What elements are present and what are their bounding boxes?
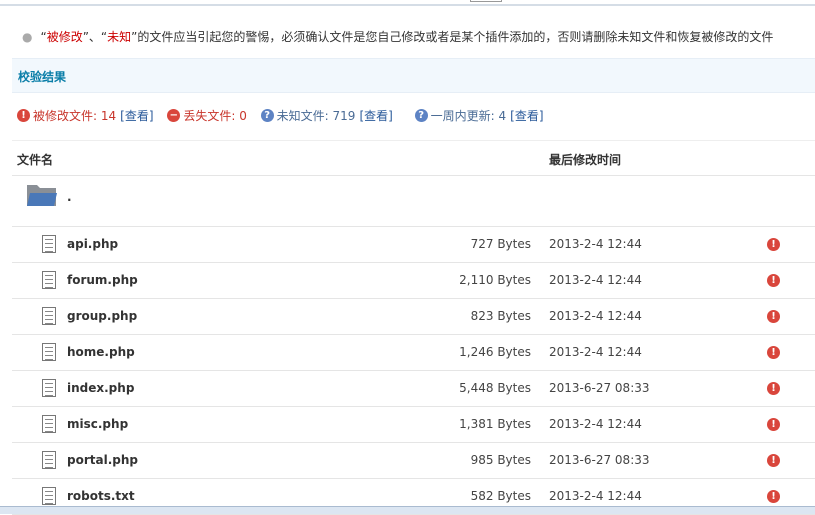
stat-label: 未知文件: 719 [276, 109, 356, 123]
table-row[interactable]: misc.php 1,381 Bytes 2013-2-4 12:44 ! [12, 407, 815, 443]
stats-bar: ! 被修改文件: 14 [查看] − 丢失文件: 0 ? 未知文件: 719 [查看] ?… [17, 107, 554, 124]
question-icon: ? [414, 109, 428, 122]
file-size: 727 Bytes [470, 237, 531, 251]
file-icon [42, 307, 56, 325]
file-icon [42, 415, 56, 433]
file-name[interactable]: index.php [67, 381, 134, 395]
table-row[interactable]: index.php 5,448 Bytes 2013-6-27 08:33 ! [12, 371, 815, 407]
section-title: 校验结果 [12, 58, 815, 93]
top-box [470, 0, 502, 2]
file-size: 582 Bytes [470, 489, 531, 503]
modified-error-icon: ! [767, 346, 780, 359]
file-mtime: 2013-2-4 12:44 [549, 417, 642, 431]
view-week-link[interactable]: [查看] [510, 107, 543, 124]
table-row[interactable]: group.php 823 Bytes 2013-2-4 12:44 ! [12, 299, 815, 335]
file-icon [42, 235, 56, 253]
unknown-label: 未知 [107, 30, 132, 44]
file-size: 985 Bytes [470, 453, 531, 467]
stat-modified: ! 被修改文件: 14 [查看] [17, 107, 154, 124]
modified-error-icon: ! [767, 238, 780, 251]
view-modified-link[interactable]: [查看] [120, 107, 153, 124]
file-name[interactable]: api.php [67, 237, 118, 251]
file-mtime: 2013-6-27 08:33 [549, 453, 650, 467]
file-icon [42, 343, 56, 361]
file-size: 1,381 Bytes [459, 417, 531, 431]
warning-tip: ● “被修改”、“未知”的文件应当引起您的警惕，必须确认文件是您自己修改或者是某个… [22, 28, 773, 45]
file-name[interactable]: group.php [67, 309, 137, 323]
file-mtime: 2013-2-4 12:44 [549, 309, 642, 323]
file-size: 2,110 Bytes [459, 273, 531, 287]
file-size: 5,448 Bytes [459, 381, 531, 395]
table-header: 文件名 最后修改时间 [12, 140, 815, 176]
bullet-icon: ● [22, 30, 33, 44]
file-name[interactable]: home.php [67, 345, 135, 359]
minus-icon: − [167, 109, 181, 122]
error-icon: ! [17, 109, 30, 122]
modified-error-icon: ! [767, 454, 780, 467]
stat-label: 被修改文件: 14 [33, 109, 117, 123]
modified-error-icon: ! [767, 418, 780, 431]
file-mtime: 2013-2-4 12:44 [549, 489, 642, 503]
view-unknown-link[interactable]: [查看] [359, 107, 392, 124]
folder-icon [27, 185, 57, 206]
file-mtime: 2013-2-4 12:44 [549, 273, 642, 287]
folder-row[interactable]: . [12, 176, 815, 227]
stat-week: ? 一周内更新: 4 [查看] [414, 107, 544, 124]
file-name[interactable]: portal.php [67, 453, 138, 467]
folder-name: . [67, 190, 72, 204]
stat-unknown: ? 未知文件: 719 [查看] [260, 107, 393, 124]
file-name[interactable]: forum.php [67, 273, 138, 287]
col-filename: 文件名 [17, 153, 54, 167]
table-row[interactable]: forum.php 2,110 Bytes 2013-2-4 12:44 ! [12, 263, 815, 299]
file-icon [42, 271, 56, 289]
file-name[interactable]: robots.txt [67, 489, 135, 503]
file-mtime: 2013-2-4 12:44 [549, 237, 642, 251]
stat-missing: − 丢失文件: 0 [167, 107, 247, 124]
modified-error-icon: ! [767, 310, 780, 323]
file-size: 823 Bytes [470, 309, 531, 323]
quote: ”、“ [82, 30, 108, 44]
stat-label: 丢失文件: 0 [183, 109, 247, 123]
file-icon [42, 451, 56, 469]
col-mtime: 最后修改时间 [549, 153, 622, 167]
top-divider [0, 4, 815, 6]
tip-text: ”的文件应当引起您的警惕，必须确认文件是您自己修改或者是某个插件添加的，否则请删… [131, 30, 774, 44]
modified-label: 被修改 [46, 30, 83, 44]
question-icon: ? [260, 109, 274, 122]
file-icon [42, 379, 56, 397]
file-mtime: 2013-6-27 08:33 [549, 381, 650, 395]
modified-error-icon: ! [767, 274, 780, 287]
file-size: 1,246 Bytes [459, 345, 531, 359]
modified-error-icon: ! [767, 382, 780, 395]
file-name[interactable]: misc.php [67, 417, 128, 431]
file-icon [42, 487, 56, 505]
taskbar [0, 506, 815, 514]
modified-error-icon: ! [767, 490, 780, 503]
table-row[interactable]: api.php 727 Bytes 2013-2-4 12:44 ! [12, 227, 815, 263]
table-row[interactable]: portal.php 985 Bytes 2013-6-27 08:33 ! [12, 443, 815, 479]
file-mtime: 2013-2-4 12:44 [549, 345, 642, 359]
stat-label: 一周内更新: 4 [430, 109, 507, 123]
table-row[interactable]: home.php 1,246 Bytes 2013-2-4 12:44 ! [12, 335, 815, 371]
